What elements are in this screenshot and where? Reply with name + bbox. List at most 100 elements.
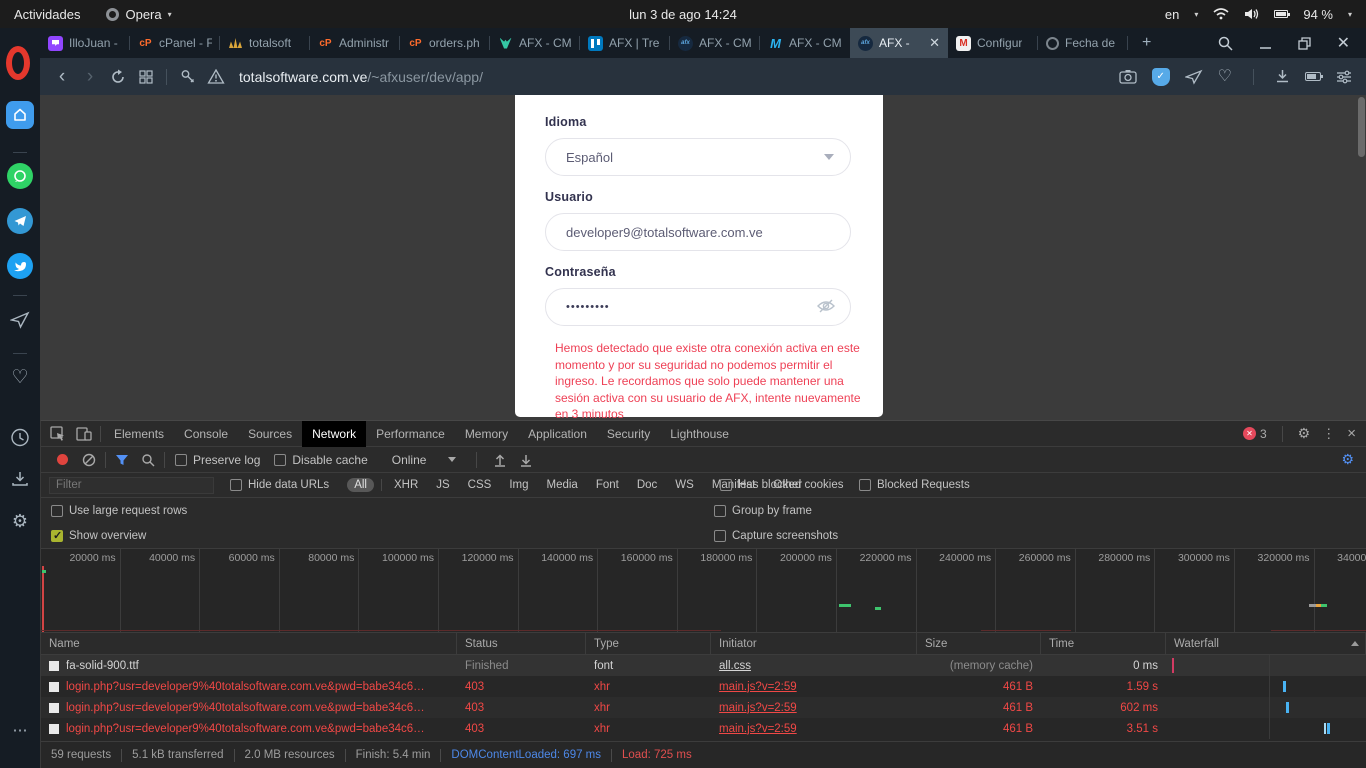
type-filter-media[interactable]: Media: [538, 479, 587, 491]
record-network-log-button[interactable]: [57, 454, 68, 465]
url-field[interactable]: totalsoftware.com.ve/~afxuser/dev/app/: [239, 69, 483, 85]
column-header-time[interactable]: Time: [1041, 633, 1166, 654]
snapshot-camera-icon[interactable]: [1119, 69, 1137, 84]
sidebar-overflow-icon[interactable]: ⋯: [13, 723, 28, 738]
password-input[interactable]: [566, 301, 796, 313]
clear-network-log-icon[interactable]: [76, 453, 102, 467]
downloads-tray-icon[interactable]: [11, 470, 29, 488]
bookmark-heart-icon[interactable]: ♡: [1218, 69, 1232, 85]
easy-setup-sliders-icon[interactable]: [1336, 70, 1352, 84]
reload-icon[interactable]: [104, 69, 132, 85]
page-scrollbar[interactable]: [1358, 97, 1365, 157]
network-settings-gear-icon[interactable]: ⚙: [1341, 451, 1366, 468]
network-overview-timeline[interactable]: 20000 ms 40000 ms 60000 ms 80000 ms 1000…: [41, 549, 1366, 633]
back-icon[interactable]: ‹: [48, 66, 76, 88]
type-filter-all[interactable]: All: [347, 478, 374, 492]
capture-screenshots-checkbox[interactable]: Capture screenshots: [714, 530, 838, 542]
toggle-password-eye-icon[interactable]: [816, 299, 836, 316]
site-key-icon[interactable]: [173, 68, 203, 85]
search-tabs-icon[interactable]: [1218, 36, 1233, 51]
clock[interactable]: lun 3 de ago 14:24: [629, 7, 737, 22]
filter-funnel-icon[interactable]: [109, 454, 135, 466]
initiator-link[interactable]: all.css: [711, 656, 917, 676]
tab-configuracion[interactable]: M Configur: [948, 28, 1038, 58]
request-row-login-3[interactable]: login.php?usr=developer9%40totalsoftware…: [41, 718, 1366, 739]
forward-icon[interactable]: ›: [76, 66, 104, 88]
type-filter-img[interactable]: Img: [500, 479, 537, 491]
bookmarks-heart-icon[interactable]: ♡: [11, 368, 28, 387]
tab-memory[interactable]: Memory: [455, 421, 518, 447]
vpn-shield-icon[interactable]: ✓: [1152, 68, 1170, 86]
device-toolbar-icon[interactable]: [71, 427, 97, 441]
battery-saver-icon[interactable]: [1305, 72, 1321, 81]
blocked-requests-checkbox[interactable]: Blocked Requests: [859, 479, 970, 491]
throttling-select[interactable]: Online: [392, 453, 457, 467]
type-filter-ws[interactable]: WS: [666, 479, 703, 491]
tab-illojuan[interactable]: IlloJuan -: [40, 28, 130, 58]
site-warning-icon[interactable]: [203, 69, 229, 84]
minimize-icon[interactable]: [1259, 37, 1272, 50]
speed-dial-button[interactable]: [6, 101, 34, 129]
tab-afx-cms-3[interactable]: M AFX - CM: [760, 28, 850, 58]
preserve-log-checkbox[interactable]: Preserve log: [175, 453, 260, 467]
tab-orders[interactable]: cP orders.ph: [400, 28, 490, 58]
console-error-badge[interactable]: ✕ 3: [1243, 427, 1267, 441]
new-tab-button[interactable]: +: [1128, 28, 1165, 58]
twitter-icon[interactable]: [7, 253, 33, 279]
initiator-link[interactable]: main.js?v=2:59: [711, 698, 917, 718]
type-filter-xhr[interactable]: XHR: [385, 479, 427, 491]
export-har-icon[interactable]: [513, 453, 539, 467]
app-menu[interactable]: Opera ▾: [106, 7, 171, 22]
devtools-menu-icon[interactable]: ⋮: [1322, 426, 1335, 442]
tab-administr[interactable]: cP Administr: [310, 28, 400, 58]
flow-send-icon[interactable]: [1185, 69, 1203, 85]
tab-console[interactable]: Console: [174, 421, 238, 447]
type-filter-font[interactable]: Font: [587, 479, 628, 491]
opera-menu-button[interactable]: [6, 46, 30, 80]
search-network-icon[interactable]: [135, 453, 161, 467]
tab-network[interactable]: Network: [302, 421, 366, 447]
initiator-link[interactable]: main.js?v=2:59: [711, 677, 917, 697]
has-blocked-cookies-checkbox[interactable]: Has blocked cookies: [720, 479, 843, 491]
request-row-login-2[interactable]: login.php?usr=developer9%40totalsoftware…: [41, 697, 1366, 718]
restore-window-icon[interactable]: [1298, 37, 1311, 50]
tab-performance[interactable]: Performance: [366, 421, 455, 447]
initiator-link[interactable]: main.js?v=2:59: [711, 719, 917, 739]
close-window-icon[interactable]: ✕: [1337, 33, 1350, 53]
close-tab-icon[interactable]: ✕: [929, 35, 940, 51]
use-large-request-rows-checkbox[interactable]: Use large request rows: [51, 505, 187, 517]
tab-tiles-icon[interactable]: [132, 69, 160, 85]
devtools-close-icon[interactable]: ×: [1347, 425, 1356, 442]
column-header-name[interactable]: Name: [41, 633, 457, 654]
type-filter-doc[interactable]: Doc: [628, 479, 666, 491]
column-header-status[interactable]: Status: [457, 633, 586, 654]
hide-data-urls-checkbox[interactable]: Hide data URLs: [230, 479, 329, 491]
column-header-type[interactable]: Type: [586, 633, 711, 654]
devtools-settings-gear-icon[interactable]: ⚙: [1298, 425, 1311, 442]
history-clock-icon[interactable]: [11, 428, 30, 447]
tab-afx-cms-1[interactable]: AFX - CM: [490, 28, 580, 58]
whatsapp-icon[interactable]: [7, 163, 33, 189]
tab-sources[interactable]: Sources: [238, 421, 302, 447]
activities-button[interactable]: Actividades: [14, 7, 80, 22]
tab-security[interactable]: Security: [597, 421, 660, 447]
wifi-icon[interactable]: [1213, 8, 1229, 20]
tab-lighthouse[interactable]: Lighthouse: [660, 421, 739, 447]
volume-icon[interactable]: [1244, 8, 1259, 20]
my-flow-icon[interactable]: [10, 311, 30, 329]
inspect-element-icon[interactable]: [45, 426, 71, 442]
language-select[interactable]: Español: [545, 138, 851, 176]
group-by-frame-checkbox[interactable]: Group by frame: [714, 505, 812, 517]
downloads-icon[interactable]: [1275, 69, 1290, 84]
tab-elements[interactable]: Elements: [104, 421, 174, 447]
request-row-font[interactable]: fa-solid-900.ttf Finished font all.css (…: [41, 655, 1366, 676]
import-har-icon[interactable]: [487, 453, 513, 467]
tab-afx-cms-2[interactable]: afx AFX - CM: [670, 28, 760, 58]
keyboard-layout[interactable]: en: [1165, 7, 1179, 22]
column-header-waterfall[interactable]: Waterfall: [1166, 633, 1366, 654]
type-filter-css[interactable]: CSS: [459, 479, 501, 491]
tab-cpanel[interactable]: cP cPanel - F: [130, 28, 220, 58]
type-filter-js[interactable]: JS: [427, 479, 458, 491]
tab-fecha[interactable]: Fecha de: [1038, 28, 1128, 58]
tab-afx-active[interactable]: afx AFX - ✕: [850, 28, 948, 58]
